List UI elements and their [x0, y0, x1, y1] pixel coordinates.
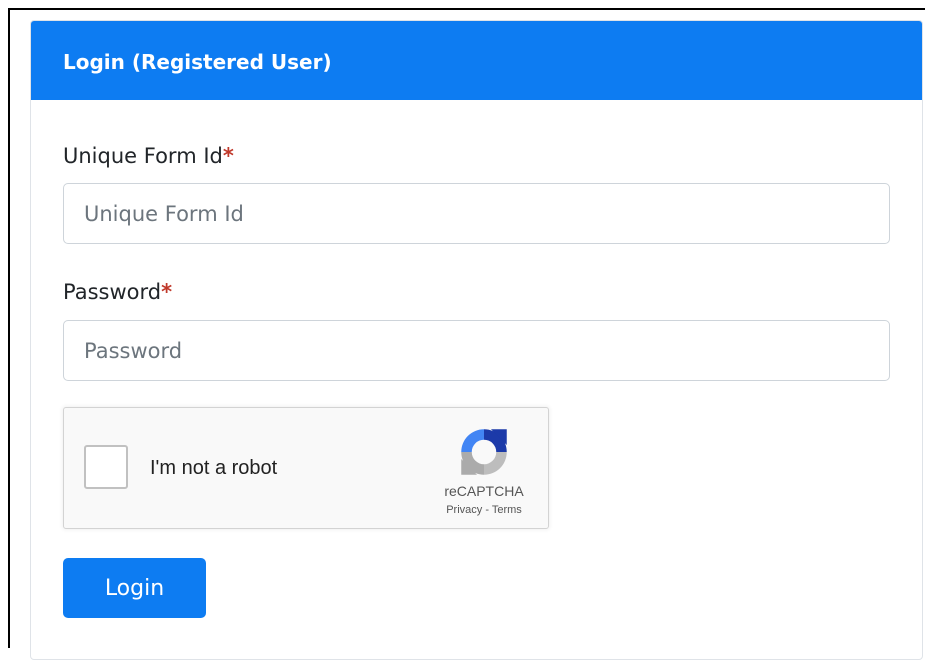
terms-link[interactable]: Terms — [492, 504, 522, 516]
link-separator: - — [482, 504, 492, 516]
login-button[interactable]: Login — [63, 558, 206, 618]
login-card: Login (Registered User) Unique Form Id* … — [30, 20, 923, 660]
recaptcha-widget: I'm not a robot reCAPTCHA Privacy - Term… — [63, 407, 549, 529]
password-label-text: Password — [63, 280, 162, 304]
form-id-label: Unique Form Id* — [63, 143, 234, 169]
recaptcha-logo-icon — [461, 429, 507, 475]
card-title: Login (Registered User) — [63, 50, 332, 74]
form-id-label-text: Unique Form Id — [63, 144, 223, 168]
privacy-link[interactable]: Privacy — [446, 504, 482, 516]
recaptcha-links: Privacy - Terms — [426, 503, 542, 517]
recaptcha-checkbox[interactable] — [84, 445, 128, 489]
card-header: Login (Registered User) — [31, 21, 922, 100]
required-asterisk: * — [222, 144, 234, 168]
password-input[interactable] — [63, 320, 890, 381]
form-id-input[interactable] — [63, 183, 890, 244]
recaptcha-brand: reCAPTCHA — [444, 483, 524, 499]
required-asterisk: * — [161, 280, 173, 304]
recaptcha-label: I'm not a robot — [150, 457, 278, 479]
password-label: Password* — [63, 279, 172, 305]
